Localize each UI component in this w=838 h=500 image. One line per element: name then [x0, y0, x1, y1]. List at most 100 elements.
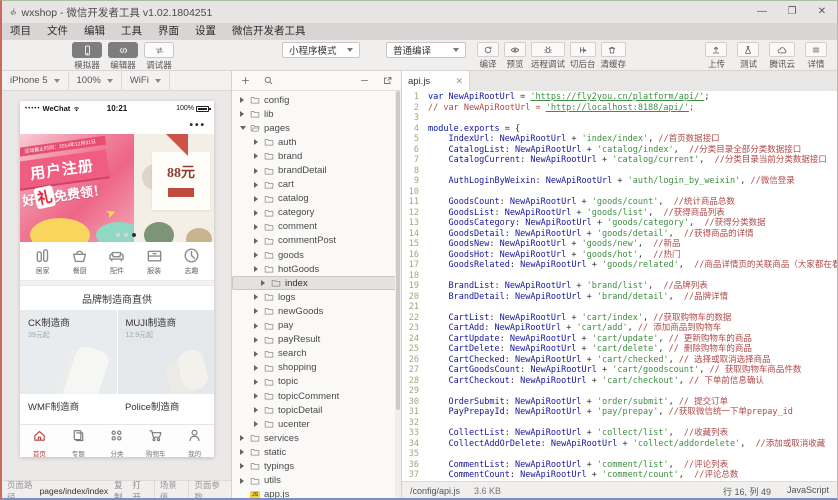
caret-down-icon[interactable]: [240, 126, 248, 130]
tree-item-app-js[interactable]: JSapp.js: [232, 488, 401, 500]
toggle-debug[interactable]: 调试器: [142, 42, 176, 71]
phone-tab-grid[interactable]: 分类: [98, 425, 137, 457]
status-language[interactable]: JavaScript: [787, 485, 829, 498]
caret-right-icon[interactable]: [254, 252, 262, 258]
menu-item-5[interactable]: 界面: [150, 23, 187, 40]
scene-value-button[interactable]: 场景值: [154, 481, 189, 500]
caret-right-icon[interactable]: [254, 168, 262, 174]
device-select[interactable]: iPhone 5: [2, 71, 69, 90]
category-drawer[interactable]: 服装: [145, 246, 164, 276]
toggle-phone[interactable]: 模拟器: [70, 42, 104, 71]
tree-item-static[interactable]: static: [232, 445, 401, 459]
tree-item-cart[interactable]: cart: [232, 178, 401, 192]
tree-item-brandDetail[interactable]: brandDetail: [232, 163, 401, 177]
details-button[interactable]: 详情: [805, 42, 827, 70]
tree-item-goods[interactable]: goods: [232, 248, 401, 262]
menu-item-7[interactable]: 微信开发者工具: [224, 23, 314, 40]
product-card[interactable]: WMF制造商: [20, 399, 117, 424]
tab-close-icon[interactable]: ✕: [455, 76, 463, 87]
caret-right-icon[interactable]: [240, 111, 248, 117]
product-card[interactable]: MUJI制造商12.9元起: [118, 310, 215, 394]
banner-slide-88yuan[interactable]: 88元: [134, 134, 214, 242]
banner-carousel[interactable]: 活动截止时间：2014年12月31日 用户注册 好礼免费领！ ➤ 88元: [20, 134, 214, 242]
tree-item-pages[interactable]: pages: [232, 121, 401, 135]
zoom-select[interactable]: 100%: [69, 71, 122, 90]
mode-select[interactable]: 小程序模式: [282, 42, 360, 58]
tree-item-brand[interactable]: brand: [232, 149, 401, 163]
tree-item-hotGoods[interactable]: hotGoods: [232, 262, 401, 276]
minimize-button[interactable]: —: [747, 1, 777, 23]
category-compass[interactable]: 志趣: [182, 246, 201, 276]
close-button[interactable]: ✕: [807, 1, 837, 23]
phone-tab-topic[interactable]: 专题: [59, 425, 98, 457]
tree-item-logs[interactable]: logs: [232, 290, 401, 304]
caret-right-icon[interactable]: [254, 308, 262, 314]
caret-right-icon[interactable]: [240, 435, 248, 441]
caret-right-icon[interactable]: [240, 478, 248, 484]
caret-right-icon[interactable]: [254, 153, 262, 159]
tree-item-topicComment[interactable]: topicComment: [232, 389, 401, 403]
tree-item-topic[interactable]: topic: [232, 375, 401, 389]
tree-item-pay[interactable]: pay: [232, 319, 401, 333]
phone-tab-person[interactable]: 我的: [175, 425, 214, 457]
caret-right-icon[interactable]: [254, 210, 262, 216]
tree-item-ucenter[interactable]: ucenter: [232, 417, 401, 431]
caret-right-icon[interactable]: [254, 182, 262, 188]
compile-mode-select[interactable]: 普通编译: [386, 42, 466, 58]
phone-tab-home[interactable]: 首页: [20, 425, 59, 457]
caret-right-icon[interactable]: [240, 463, 248, 469]
menu-item-3[interactable]: 编辑: [76, 23, 113, 40]
category-vases[interactable]: 居家: [33, 246, 52, 276]
caret-right-icon[interactable]: [254, 407, 262, 413]
refresh-button[interactable]: 编译: [477, 42, 499, 70]
test-button[interactable]: 测试: [737, 42, 759, 70]
locate-file-icon[interactable]: [382, 75, 393, 86]
tree-item-commentPost[interactable]: commentPost: [232, 234, 401, 248]
upload-button[interactable]: 上传: [705, 42, 727, 70]
caret-right-icon[interactable]: [254, 351, 262, 357]
network-select[interactable]: WiFi: [122, 71, 170, 90]
tree-item-category[interactable]: category: [232, 206, 401, 220]
tree-item-newGoods[interactable]: newGoods: [232, 304, 401, 318]
menu-item-6[interactable]: 设置: [187, 23, 224, 40]
tab-api-js[interactable]: api.js ✕: [402, 71, 470, 91]
category-kitchen[interactable]: 餐厨: [70, 246, 89, 276]
cloud-button[interactable]: 腾讯云: [769, 42, 795, 70]
tree-item-index[interactable]: index: [232, 276, 401, 290]
search-icon[interactable]: [263, 75, 274, 86]
caret-right-icon[interactable]: [254, 421, 262, 427]
phone-tab-cart[interactable]: 购物车: [136, 425, 175, 457]
toggle-code[interactable]: 编辑器: [106, 42, 140, 71]
background-button[interactable]: 切后台: [570, 42, 596, 70]
caret-right-icon[interactable]: [254, 323, 262, 329]
tree-item-topicDetail[interactable]: topicDetail: [232, 403, 401, 417]
caret-right-icon[interactable]: [240, 449, 248, 455]
bug-button[interactable]: 远程调试: [531, 42, 565, 70]
caret-right-icon[interactable]: [254, 294, 262, 300]
add-file-icon[interactable]: [240, 75, 251, 86]
caret-right-icon[interactable]: [254, 196, 262, 202]
menu-item-4[interactable]: 工具: [113, 23, 150, 40]
tree-item-shopping[interactable]: shopping: [232, 361, 401, 375]
copy-path-link[interactable]: 复制: [114, 479, 128, 500]
caret-right-icon[interactable]: [254, 393, 262, 399]
tree-item-search[interactable]: search: [232, 347, 401, 361]
menu-item-2[interactable]: 文件: [39, 23, 76, 40]
page-params-button[interactable]: 页面参数: [188, 481, 231, 500]
tree-item-lib[interactable]: lib: [232, 107, 401, 121]
tree-item-services[interactable]: services: [232, 431, 401, 445]
tree-item-comment[interactable]: comment: [232, 220, 401, 234]
more-menu-icon[interactable]: •••: [189, 120, 206, 131]
tree-item-payResult[interactable]: payResult: [232, 333, 401, 347]
caret-right-icon[interactable]: [254, 365, 262, 371]
caret-right-icon[interactable]: [254, 337, 262, 343]
code-editor[interactable]: 1var NewApiRootUrl = 'https://fly2you.cn…: [402, 91, 837, 481]
caret-right-icon[interactable]: [240, 97, 248, 103]
cache-button[interactable]: 清缓存: [601, 42, 627, 70]
caret-right-icon[interactable]: [254, 139, 262, 145]
tree-scrollbar[interactable]: [395, 91, 401, 500]
open-path-link[interactable]: 打开: [132, 479, 146, 500]
caret-right-icon[interactable]: [254, 266, 262, 272]
menu-item-1[interactable]: 项目: [2, 23, 39, 40]
banner-slide-register[interactable]: 活动截止时间：2014年12月31日 用户注册 好礼免费领！ ➤: [20, 134, 134, 242]
